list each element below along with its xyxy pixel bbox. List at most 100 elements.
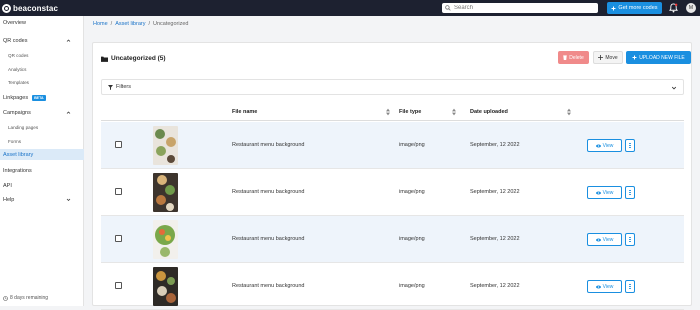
- get-more-codes-button[interactable]: Get more codes: [607, 2, 662, 14]
- row-checkbox[interactable]: [115, 141, 122, 148]
- plus-icon: [632, 55, 637, 60]
- logo-icon: [2, 3, 11, 13]
- page-title-text: Uncategorized (5): [111, 55, 166, 62]
- page-title: Uncategorized (5): [101, 55, 166, 62]
- table-row: Restaurant menu background image/png Sep…: [101, 122, 684, 169]
- eye-icon: [595, 285, 601, 288]
- breadcrumb-home[interactable]: Home: [93, 21, 108, 27]
- sidebar-item-api[interactable]: API: [0, 180, 84, 191]
- view-button[interactable]: View: [587, 139, 622, 152]
- sidebar-item-landing-pages[interactable]: Landing pages: [0, 122, 84, 133]
- file-type: image/png: [399, 189, 425, 195]
- row-checkbox[interactable]: [115, 235, 122, 242]
- breadcrumb: Home / Asset library / Uncategorized: [93, 21, 188, 27]
- trial-remaining: 8 days remaining: [3, 295, 48, 301]
- file-thumbnail[interactable]: [153, 220, 178, 259]
- column-file-type[interactable]: File type: [399, 109, 421, 115]
- move-button[interactable]: Move: [593, 51, 623, 64]
- file-name: Restaurant menu background: [232, 283, 305, 289]
- asset-panel: Uncategorized (5) Delete Move UPLOAD NEW…: [92, 42, 692, 310]
- trash-icon: [563, 55, 568, 60]
- sidebar-item-label: Integrations: [3, 167, 32, 174]
- sidebar: Overview QR codes QR codes Analytics Tem…: [0, 16, 84, 306]
- sidebar-item-label: Templates: [8, 80, 29, 85]
- more-options-button[interactable]: [625, 233, 635, 246]
- sidebar-item-label: Campaigns: [3, 109, 31, 116]
- sort-icon[interactable]: [452, 108, 456, 116]
- avatar[interactable]: M: [686, 3, 696, 13]
- view-button[interactable]: View: [587, 233, 622, 246]
- sidebar-item-help[interactable]: Help: [0, 194, 84, 205]
- delete-button[interactable]: Delete: [558, 51, 589, 64]
- sidebar-item-integrations[interactable]: Integrations: [0, 165, 84, 176]
- sidebar-item-analytics[interactable]: Analytics: [0, 64, 84, 75]
- sidebar-item-forms[interactable]: Forms: [0, 136, 84, 147]
- row-checkbox[interactable]: [115, 188, 122, 195]
- view-button[interactable]: View: [587, 280, 622, 293]
- more-options-button[interactable]: [625, 280, 635, 293]
- view-label: View: [602, 189, 614, 196]
- view-button[interactable]: View: [587, 186, 622, 199]
- upload-label: UPLOAD NEW FILE: [639, 54, 685, 61]
- file-thumbnail[interactable]: [153, 173, 178, 212]
- date-uploaded: September, 12 2022: [470, 189, 520, 195]
- more-options-button[interactable]: [625, 186, 635, 199]
- brand-logo[interactable]: beaconstac: [2, 3, 59, 13]
- filters-bar[interactable]: Filters: [101, 79, 684, 95]
- sidebar-item-linkpages[interactable]: Linkpages BETA: [0, 92, 84, 103]
- chevron-down-icon[interactable]: [671, 85, 677, 91]
- breadcrumb-current: Uncategorized: [153, 21, 189, 27]
- sidebar-item-label: Help: [3, 196, 15, 203]
- sidebar-item-label: Forms: [8, 139, 22, 144]
- date-uploaded: September, 12 2022: [470, 142, 520, 148]
- sort-icon[interactable]: [567, 108, 571, 116]
- view-label: View: [602, 283, 614, 290]
- more-options-button[interactable]: [625, 139, 635, 152]
- filter-icon: [108, 84, 113, 90]
- breadcrumb-separator: /: [110, 21, 113, 27]
- file-type: image/png: [399, 236, 425, 242]
- search-box[interactable]: [442, 3, 598, 13]
- table-row: Restaurant menu background image/png Sep…: [101, 263, 684, 310]
- sidebar-item-qr-codes-list[interactable]: QR codes: [0, 50, 84, 61]
- file-thumbnail[interactable]: [153, 126, 178, 165]
- upload-new-file-button[interactable]: UPLOAD NEW FILE: [626, 51, 691, 64]
- table-header: File name File type Date uploaded: [101, 103, 684, 121]
- file-name: Restaurant menu background: [232, 189, 305, 195]
- filters-label: Filters: [116, 84, 131, 90]
- breadcrumb-separator: /: [148, 21, 150, 27]
- sidebar-item-overview[interactable]: Overview: [0, 17, 84, 28]
- column-date-uploaded[interactable]: Date uploaded: [470, 109, 508, 115]
- file-name: Restaurant menu background: [232, 236, 305, 242]
- sidebar-item-label: API: [3, 182, 12, 189]
- sort-icon[interactable]: [386, 108, 390, 116]
- chevron-down-icon[interactable]: [66, 197, 71, 202]
- file-thumbnail[interactable]: [153, 267, 178, 306]
- sidebar-item-asset-library[interactable]: Asset library: [0, 149, 84, 160]
- trial-remaining-text: 8 days remaining: [10, 295, 49, 301]
- file-type: image/png: [399, 142, 425, 148]
- search-input[interactable]: [454, 5, 594, 11]
- date-uploaded: September, 12 2022: [470, 283, 520, 289]
- column-file-name[interactable]: File name: [232, 109, 257, 115]
- view-label: View: [602, 142, 614, 149]
- sidebar-item-label: Analytics: [8, 67, 27, 72]
- sidebar-item-qr-codes[interactable]: QR codes: [0, 35, 84, 46]
- sidebar-item-campaigns[interactable]: Campaigns: [0, 107, 84, 118]
- notification-bell-icon[interactable]: [669, 3, 678, 13]
- row-checkbox[interactable]: [115, 282, 122, 289]
- clock-icon: [3, 295, 8, 301]
- eye-icon: [595, 144, 601, 147]
- view-label: View: [602, 236, 614, 243]
- sidebar-item-label: Overview: [3, 19, 26, 26]
- eye-icon: [595, 238, 601, 241]
- table-row: Restaurant menu background image/png Sep…: [101, 169, 684, 216]
- sidebar-item-templates[interactable]: Templates: [0, 77, 84, 88]
- chevron-up-icon[interactable]: [66, 110, 71, 115]
- get-more-codes-label: Get more codes: [618, 5, 658, 11]
- breadcrumb-asset-library[interactable]: Asset library: [115, 21, 145, 27]
- logo-text: beaconstac: [13, 3, 59, 13]
- chevron-up-icon[interactable]: [66, 38, 71, 43]
- top-navbar: beaconstac Get more codes M: [0, 0, 700, 16]
- table-row: Restaurant menu background image/png Sep…: [101, 216, 684, 263]
